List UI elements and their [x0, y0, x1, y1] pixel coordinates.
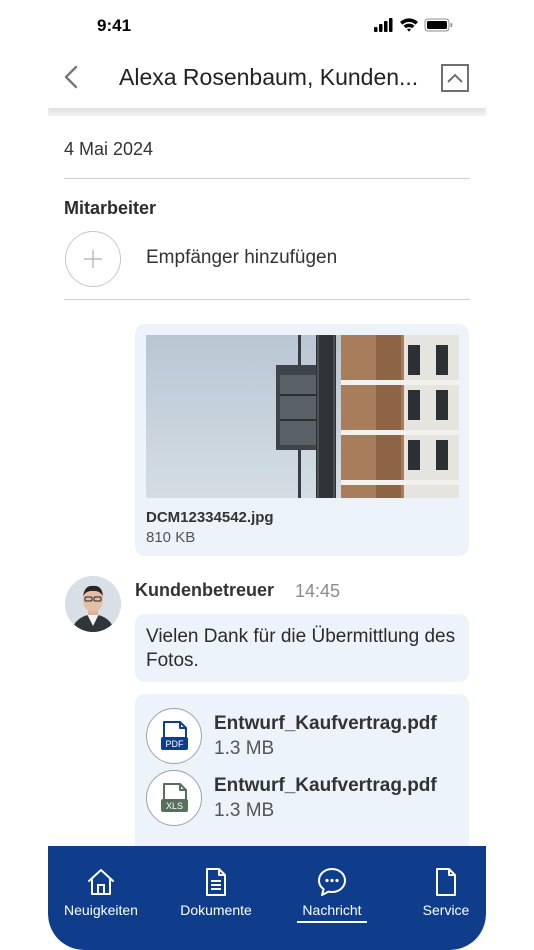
tab-neuigkeiten[interactable]: Neuigkeiten: [54, 846, 148, 936]
divider: [64, 178, 470, 179]
header-shadow: [48, 108, 486, 116]
tab-nachricht[interactable]: Nachricht: [286, 846, 378, 936]
xls-file-type-label: XLS: [166, 801, 183, 811]
conversation-title: Alexa Rosenbaum, Kunden...: [119, 64, 419, 90]
collapse-button[interactable]: [441, 64, 469, 92]
signal-icon: [374, 18, 393, 32]
message-bubble: Vielen Dank für die Übermittlung des Fot…: [135, 614, 469, 682]
conversation-date: 4 Mai 2024: [64, 139, 154, 159]
add-recipient-label[interactable]: Empfänger hinzufügen: [146, 247, 337, 269]
person-avatar-image: [65, 576, 121, 632]
tab-label: Nachricht: [302, 902, 362, 918]
tab-label: Neuigkeiten: [64, 902, 138, 918]
xls-file-icon: XLS: [146, 770, 202, 826]
chevron-left-icon: [64, 65, 78, 89]
plus-icon: [84, 250, 102, 268]
status-bar: 9:41: [0, 0, 534, 48]
file-attachment-row[interactable]: XLS Entwurf_Kaufvertrag.pdf 1.3 MB: [146, 770, 456, 828]
file-attachments: PDF Entwurf_Kaufvertrag.pdf 1.3 MB XLS E…: [135, 694, 469, 864]
pdf-file-icon: PDF: [146, 708, 202, 764]
back-button[interactable]: [60, 62, 84, 92]
file-icon: [436, 868, 456, 896]
construction-photo: [146, 335, 459, 498]
tab-dokumente[interactable]: Dokumente: [170, 846, 262, 936]
attachment-file-name: DCM12334542.jpg: [146, 509, 274, 526]
tab-label: Dokumente: [180, 902, 252, 918]
bottom-tab-bar: Neuigkeiten Dokumente Nachricht Service: [48, 846, 486, 950]
message-sender: Kundenbetreuer: [135, 580, 275, 600]
status-icons: [374, 18, 453, 32]
file-size: 1.3 MB: [214, 738, 275, 759]
recipients-section-title: Mitarbeiter: [64, 198, 157, 218]
avatar[interactable]: [65, 576, 121, 632]
file-attachment-row[interactable]: PDF Entwurf_Kaufvertrag.pdf 1.3 MB: [146, 708, 456, 766]
add-recipient-button[interactable]: [65, 231, 121, 287]
divider: [64, 299, 470, 300]
status-time: 9:41: [97, 16, 132, 35]
image-attachment[interactable]: DCM12334542.jpg 810 KB: [135, 324, 469, 556]
file-name: Entwurf_Kaufvertrag.pdf: [214, 775, 437, 796]
active-tab-indicator: [297, 921, 367, 923]
file-name: Entwurf_Kaufvertrag.pdf: [214, 713, 437, 734]
document-icon: [206, 868, 226, 896]
home-icon: [88, 869, 114, 895]
chevron-up-icon: [447, 73, 463, 83]
message-text: Vielen Dank für die Übermittlung des Fot…: [146, 626, 456, 671]
pdf-file-type-label: PDF: [166, 739, 185, 749]
chat-bubble-icon: [318, 868, 346, 896]
attachment-file-size: 810 KB: [146, 529, 196, 546]
wifi-icon: [400, 18, 418, 32]
conversation-header: Alexa Rosenbaum, Kunden...: [48, 44, 486, 108]
message-time: 14:45: [295, 581, 341, 601]
battery-icon: [424, 18, 453, 32]
tab-service[interactable]: Service: [400, 846, 486, 936]
tab-label: Service: [422, 902, 470, 918]
file-size: 1.3 MB: [214, 800, 275, 821]
app-screen: Alexa Rosenbaum, Kunden... 4 Mai 2024 Mi…: [48, 44, 486, 950]
attachment-photo[interactable]: [146, 335, 459, 498]
